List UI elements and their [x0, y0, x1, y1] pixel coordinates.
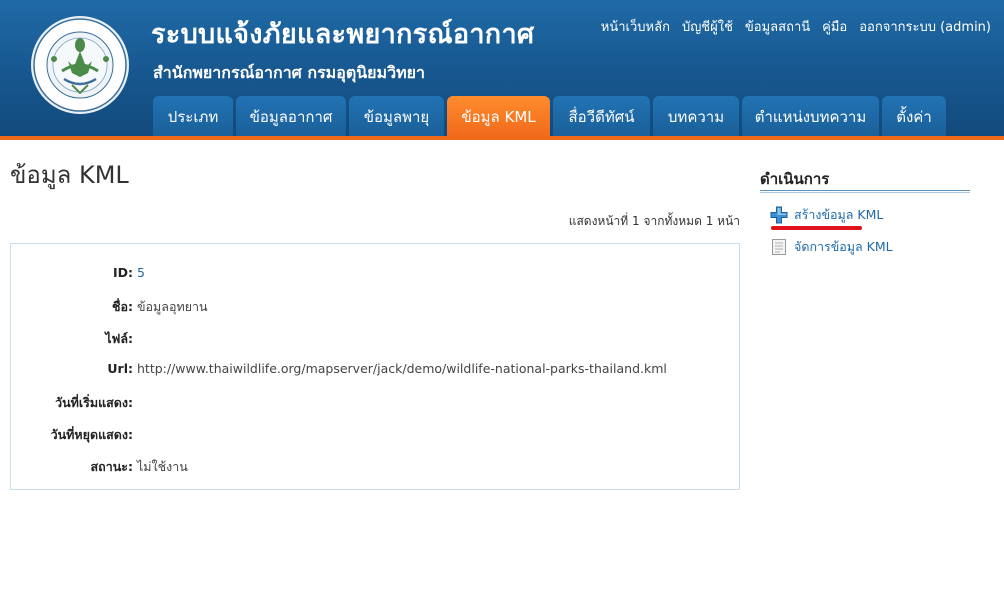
top-link-home[interactable]: หน้าเว็บหลัก — [601, 16, 670, 37]
create-kml-link[interactable]: สร้างข้อมูล KML — [770, 205, 883, 225]
detail-row-status: สถานะ: ไม่ใช้งาน — [11, 457, 739, 477]
detail-value-name: ข้อมูลอุทยาน — [137, 299, 208, 314]
detail-row-url: Url: http://www.thaiwildlife.org/mapserv… — [11, 361, 739, 381]
tab-video[interactable]: สื่อวีดีทัศน์ — [553, 96, 650, 137]
detail-row-name: ชื่อ: ข้อมูลอุทยาน — [11, 297, 739, 317]
tab-storm-data[interactable]: ข้อมูลพายุ — [349, 96, 444, 137]
top-link-logout[interactable]: ออกจากระบบ (admin) — [859, 16, 991, 37]
detail-row-file: ไฟล์: — [11, 329, 739, 349]
top-link-station-data[interactable]: ข้อมูลสถานี — [745, 16, 810, 37]
tab-settings[interactable]: ตั้งค่า — [882, 96, 946, 137]
tab-types[interactable]: ประเภท — [153, 96, 233, 137]
site-title: ระบบแจ้งภัยและพยากรณ์อากาศ — [151, 19, 535, 50]
tab-kml-data[interactable]: ข้อมูล KML — [447, 96, 550, 137]
operations-divider — [760, 190, 970, 193]
site-subtitle: สำนักพยากรณ์อากาศ กรมอุตุนิยมวิทยา — [153, 63, 425, 82]
detail-label: วันที่เริ่มแสดง: — [55, 395, 133, 410]
tab-articles[interactable]: บทความ — [653, 96, 739, 137]
detail-label: ไฟล์: — [105, 331, 133, 346]
detail-label: สถานะ: — [90, 459, 133, 474]
top-link-account[interactable]: บัญชีผู้ใช้ — [682, 16, 733, 37]
pager-summary: แสดงหน้าที่ 1 จากทั้งหมด 1 หน้า — [568, 214, 740, 228]
detail-value-id[interactable]: 5 — [137, 265, 145, 280]
detail-label: ID: — [112, 265, 133, 280]
detail-label: ชื่อ: — [112, 299, 133, 314]
page-title: ข้อมูล KML — [10, 161, 129, 189]
main-tabs: ประเภท ข้อมูลอากาศ ข้อมูลพายุ ข้อมูล KML… — [153, 96, 949, 137]
document-icon — [772, 239, 786, 255]
manage-kml-label: จัดการข้อมูล KML — [794, 239, 893, 254]
operations-title: ดำเนินการ — [760, 170, 830, 188]
detail-value-status: ไม่ใช้งาน — [137, 459, 188, 474]
site-header: ระบบแจ้งภัยและพยากรณ์อากาศ สำนักพยากรณ์อ… — [0, 0, 1004, 137]
detail-value-url: http://www.thaiwildlife.org/mapserver/ja… — [137, 361, 667, 376]
top-link-manual[interactable]: คู่มือ — [822, 16, 847, 37]
top-navigation: หน้าเว็บหลัก บัญชีผู้ใช้ ข้อมูลสถานี คู่… — [601, 16, 991, 37]
detail-row-end-date: วันที่หยุดแสดง: — [11, 425, 739, 445]
detail-row-id: ID: 5 — [11, 265, 739, 285]
tab-weather-data[interactable]: ข้อมูลอากาศ — [236, 96, 346, 137]
detail-row-start-date: วันที่เริ่มแสดง: — [11, 393, 739, 413]
kml-detail-view: ID: 5 ชื่อ: ข้อมูลอุทยาน ไฟล์: Url: http… — [10, 243, 740, 490]
manage-kml-link[interactable]: จัดการข้อมูล KML — [770, 237, 893, 257]
create-kml-label: สร้างข้อมูล KML — [794, 207, 884, 222]
detail-label: วันที่หยุดแสดง: — [50, 427, 133, 442]
tab-article-positions[interactable]: ตำแหน่งบทความ — [742, 96, 879, 137]
meteorological-department-logo[interactable] — [30, 15, 130, 115]
detail-label: Url: — [107, 361, 133, 376]
header-accent-strip — [0, 136, 1004, 140]
add-icon — [770, 206, 788, 224]
highlight-underline — [771, 226, 862, 230]
